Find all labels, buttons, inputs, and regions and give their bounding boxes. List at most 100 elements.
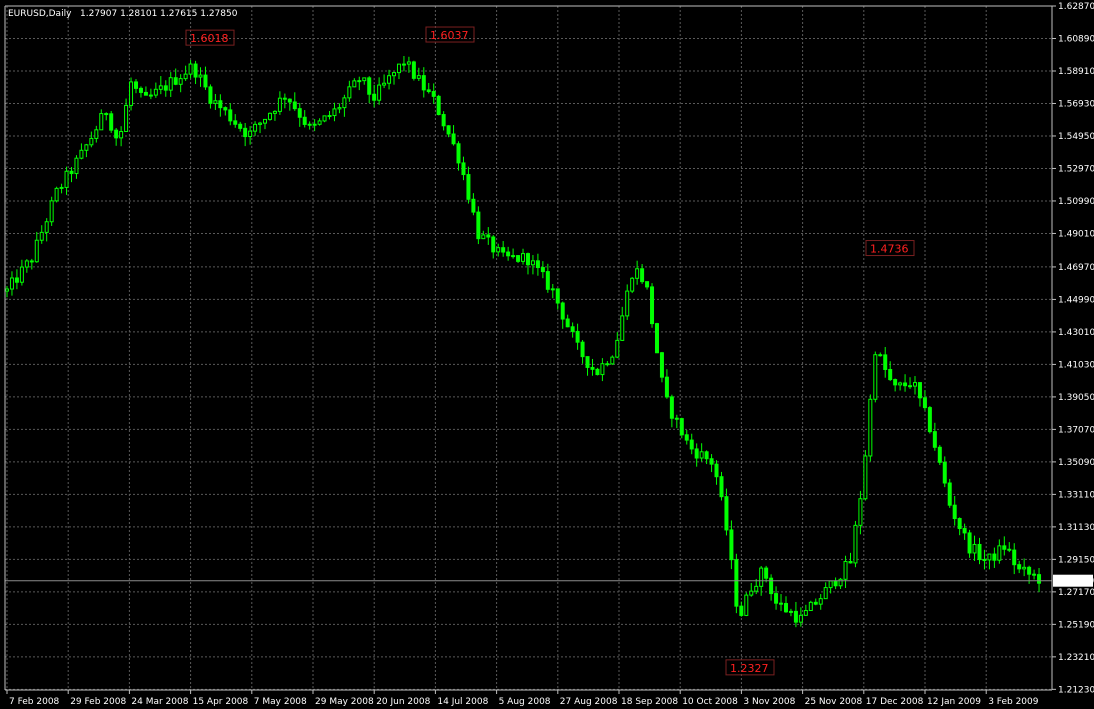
candle-body xyxy=(625,290,630,317)
x-tick-label: 20 Jun 2008 xyxy=(376,697,430,707)
candle-body xyxy=(436,95,441,116)
y-tick-label: 1.54950 xyxy=(1058,132,1094,142)
y-tick-label: 1.58910 xyxy=(1058,67,1094,77)
candle-body xyxy=(1012,549,1017,566)
candle-body xyxy=(218,100,223,109)
candle-body xyxy=(957,518,962,530)
candle-body xyxy=(545,271,550,290)
candle-body xyxy=(645,281,650,288)
candle-body xyxy=(49,200,54,223)
candle-body xyxy=(848,560,853,564)
x-tick-label: 17 Dec 2008 xyxy=(866,697,924,707)
candle-body xyxy=(109,113,114,131)
candle-body xyxy=(94,129,99,139)
x-tick-label: 5 Aug 2008 xyxy=(499,697,551,707)
candle-body xyxy=(104,113,109,116)
x-tick-label: 15 Apr 2008 xyxy=(193,697,249,707)
chart-background xyxy=(0,0,1094,709)
candle-body xyxy=(783,603,788,613)
candle-body xyxy=(699,451,704,459)
candle-body xyxy=(406,61,411,65)
candle-body xyxy=(947,482,952,506)
candle-body xyxy=(605,363,610,366)
candle-body xyxy=(44,221,49,233)
candle-body xyxy=(1007,548,1012,551)
candle-body xyxy=(59,186,64,189)
candle-body xyxy=(367,77,372,95)
candle-body xyxy=(729,529,734,561)
candle-body xyxy=(5,288,9,292)
candle-body xyxy=(352,80,357,88)
candle-body xyxy=(516,255,521,262)
candle-body xyxy=(893,379,898,386)
candle-body xyxy=(168,77,173,91)
y-tick-label: 1.62870 xyxy=(1058,2,1094,12)
candle-body xyxy=(382,82,387,86)
candle-body xyxy=(664,376,669,398)
candle-body xyxy=(709,458,714,465)
candle-body xyxy=(764,567,769,579)
candle-body xyxy=(411,61,416,79)
candle-body xyxy=(158,85,163,90)
candle-body xyxy=(501,247,506,253)
candle-body xyxy=(79,149,84,159)
candle-body xyxy=(282,97,287,100)
price-chart[interactable]: 1.6018 1.6037 1.2327 1.4736 1.62870 1.60890 1… xyxy=(0,0,1094,709)
x-tick-label: 12 Jan 2009 xyxy=(927,697,981,707)
candle-body xyxy=(828,580,833,589)
candle-body xyxy=(600,363,605,376)
candle-body xyxy=(253,123,258,132)
candle-body xyxy=(962,528,967,534)
candle-body xyxy=(287,98,292,103)
candle-body xyxy=(774,593,779,604)
candle-body xyxy=(908,385,913,388)
candle-body xyxy=(997,545,1002,561)
symbol-label: EURUSD,Daily xyxy=(8,9,72,19)
x-tick-label: 7 May 2008 xyxy=(254,697,307,707)
candle-body xyxy=(788,610,793,613)
candle-body xyxy=(932,431,937,448)
candle-body xyxy=(620,315,625,341)
candle-body xyxy=(302,116,307,125)
candle-body xyxy=(178,78,183,85)
candle-body xyxy=(134,81,139,89)
candle-body xyxy=(362,77,367,82)
candle-body xyxy=(263,118,268,124)
candle-body xyxy=(506,251,511,257)
y-tick-label: 1.27170 xyxy=(1058,588,1094,598)
candle-body xyxy=(223,107,228,111)
candle-body xyxy=(823,587,828,600)
x-tick-label: 29 Feb 2008 xyxy=(70,697,126,707)
candle-body xyxy=(148,94,153,97)
candle-body xyxy=(466,174,471,200)
candle-body xyxy=(372,93,377,101)
y-tick-label: 1.33110 xyxy=(1058,490,1094,500)
candle-body xyxy=(888,368,893,381)
candle-body xyxy=(9,277,14,290)
candle-body xyxy=(426,89,431,93)
x-tick-label: 14 Jul 2008 xyxy=(437,697,488,707)
candle-body xyxy=(689,439,694,450)
candle-body xyxy=(575,330,580,343)
y-tick-label: 1.60890 xyxy=(1058,34,1094,44)
candle-body xyxy=(972,543,977,554)
x-tick-label: 7 Feb 2008 xyxy=(9,697,60,707)
y-tick-label: 1.43010 xyxy=(1058,328,1094,338)
candle-body xyxy=(163,85,168,91)
y-tick-label: 1.39050 xyxy=(1058,393,1094,403)
candle-body xyxy=(798,614,803,623)
x-tick-label: 25 Nov 2008 xyxy=(805,697,863,707)
candle-body xyxy=(24,260,29,268)
candle-body xyxy=(322,115,327,122)
x-tick-label: 18 Sep 2008 xyxy=(621,697,678,707)
candle-body xyxy=(54,187,59,202)
candle-body xyxy=(1002,545,1007,550)
current-price-label: 1.27850 xyxy=(1057,577,1094,587)
candle-body xyxy=(317,120,322,125)
candle-body xyxy=(357,80,362,83)
candle-body xyxy=(153,88,158,96)
candle-body xyxy=(19,266,24,283)
candle-body xyxy=(421,75,426,91)
candle-body xyxy=(476,211,481,240)
candle-body xyxy=(377,84,382,101)
